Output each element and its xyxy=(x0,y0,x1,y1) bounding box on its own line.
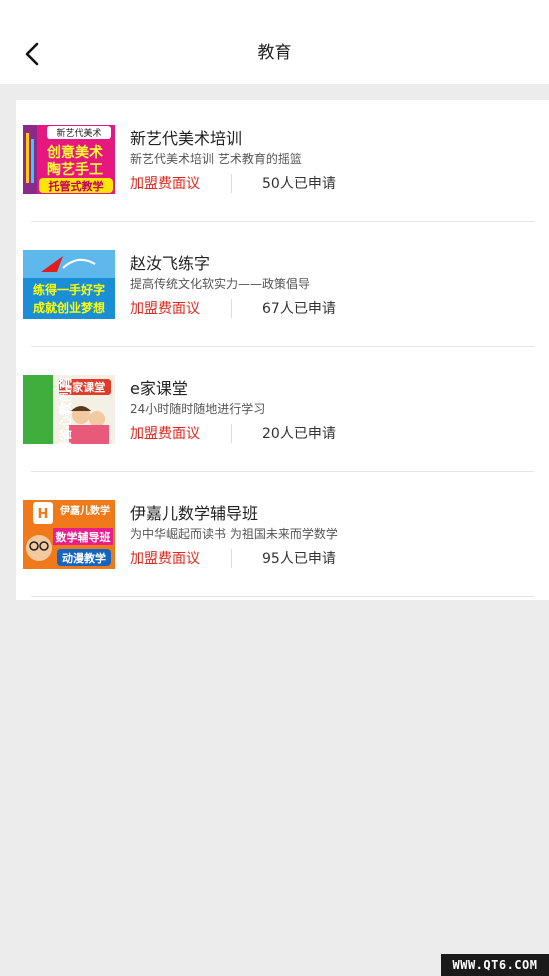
thumb-brand: 新艺代美术 xyxy=(56,127,101,139)
franchise-list: 新艺代美术 创意美术 陶艺手工 托管式教学 新艺代美术培训 新艺代美术培训 艺术… xyxy=(16,100,549,600)
thumb-line1: 数学辅导班 xyxy=(56,530,111,544)
thumb-line1: 练得一手好字 xyxy=(33,282,105,297)
thumb-line2: 动漫教学 xyxy=(62,551,106,565)
vertical-divider xyxy=(231,299,232,318)
item-apply-count: 20人已申请 xyxy=(262,426,336,442)
watermark: WWW.QT6.COM xyxy=(441,954,549,976)
thumb-line1: 创意美术 xyxy=(46,144,103,161)
thumbnail-art: 练得一手好字 成就创业梦想 xyxy=(23,250,115,319)
item-title: e家课堂 xyxy=(130,379,188,398)
thumb-brand: 伊嘉儿数学 xyxy=(59,504,110,517)
thumb-line3: 托管式教学 xyxy=(49,179,104,193)
item-apply-count: 67人已申请 xyxy=(262,301,336,317)
thumbnail-art: e家课堂 网省心教创育业 xyxy=(23,375,115,444)
page-title: 教育 xyxy=(257,43,292,63)
thumb-line2: 陶艺手工 xyxy=(47,161,103,178)
item-fee: 加盟费面议 xyxy=(130,176,200,192)
item-description: 提高传统文化软实力——政策倡导 xyxy=(130,277,311,291)
item-apply-count: 50人已申请 xyxy=(262,176,336,192)
item-fee: 加盟费面议 xyxy=(130,551,200,567)
item-description: 24小时随时随地进行学习 xyxy=(130,402,266,416)
list-item[interactable]: H 伊嘉儿数学 数学辅导班 动漫教学 伊嘉儿数学辅导班 为中华崛起而读书 为祖国… xyxy=(16,475,549,600)
item-title: 新艺代美术培训 xyxy=(130,129,243,148)
item-fee: 加盟费面议 xyxy=(130,301,200,317)
vertical-divider xyxy=(231,424,232,443)
item-title: 赵汝飞练字 xyxy=(130,254,211,273)
item-fee: 加盟费面议 xyxy=(130,426,200,442)
item-apply-count: 95人已申请 xyxy=(262,551,336,567)
item-separator xyxy=(31,221,534,222)
item-thumbnail: 练得一手好字 成就创业梦想 xyxy=(23,250,115,319)
thumbnail-art: 新艺代美术 创意美术 陶艺手工 托管式教学 xyxy=(23,125,115,194)
list-item[interactable]: 练得一手好字 成就创业梦想 赵汝飞练字 提高传统文化软实力——政策倡导 加盟费面… xyxy=(16,225,549,350)
thumb-line2: 成就创业梦想 xyxy=(33,300,105,315)
item-thumbnail: 新艺代美术 创意美术 陶艺手工 托管式教学 xyxy=(23,125,115,194)
item-description: 新艺代美术培训 艺术教育的摇篮 xyxy=(130,152,302,166)
thumb-side-text: 网省心教创育业 xyxy=(58,375,74,444)
item-description: 为中华崛起而读书 为祖国未来而学数学 xyxy=(130,527,338,541)
item-separator xyxy=(31,596,534,597)
item-title: 伊嘉儿数学辅导班 xyxy=(130,504,259,523)
app-header: 教育 xyxy=(0,0,549,84)
vertical-divider xyxy=(231,174,232,193)
svg-text:H: H xyxy=(38,507,49,522)
item-separator xyxy=(31,471,534,472)
list-item[interactable]: 新艺代美术 创意美术 陶艺手工 托管式教学 新艺代美术培训 新艺代美术培训 艺术… xyxy=(16,100,549,225)
item-thumbnail: H 伊嘉儿数学 数学辅导班 动漫教学 xyxy=(23,500,115,569)
list-item[interactable]: e家课堂 网省心教创育业 e家课堂 24小时随时随地进行学习 加盟费面议 20人… xyxy=(16,350,549,475)
vertical-divider xyxy=(231,549,232,568)
item-separator xyxy=(31,346,534,347)
thumbnail-art: H 伊嘉儿数学 数学辅导班 动漫教学 xyxy=(23,500,115,569)
item-thumbnail: e家课堂 网省心教创育业 xyxy=(23,375,115,444)
